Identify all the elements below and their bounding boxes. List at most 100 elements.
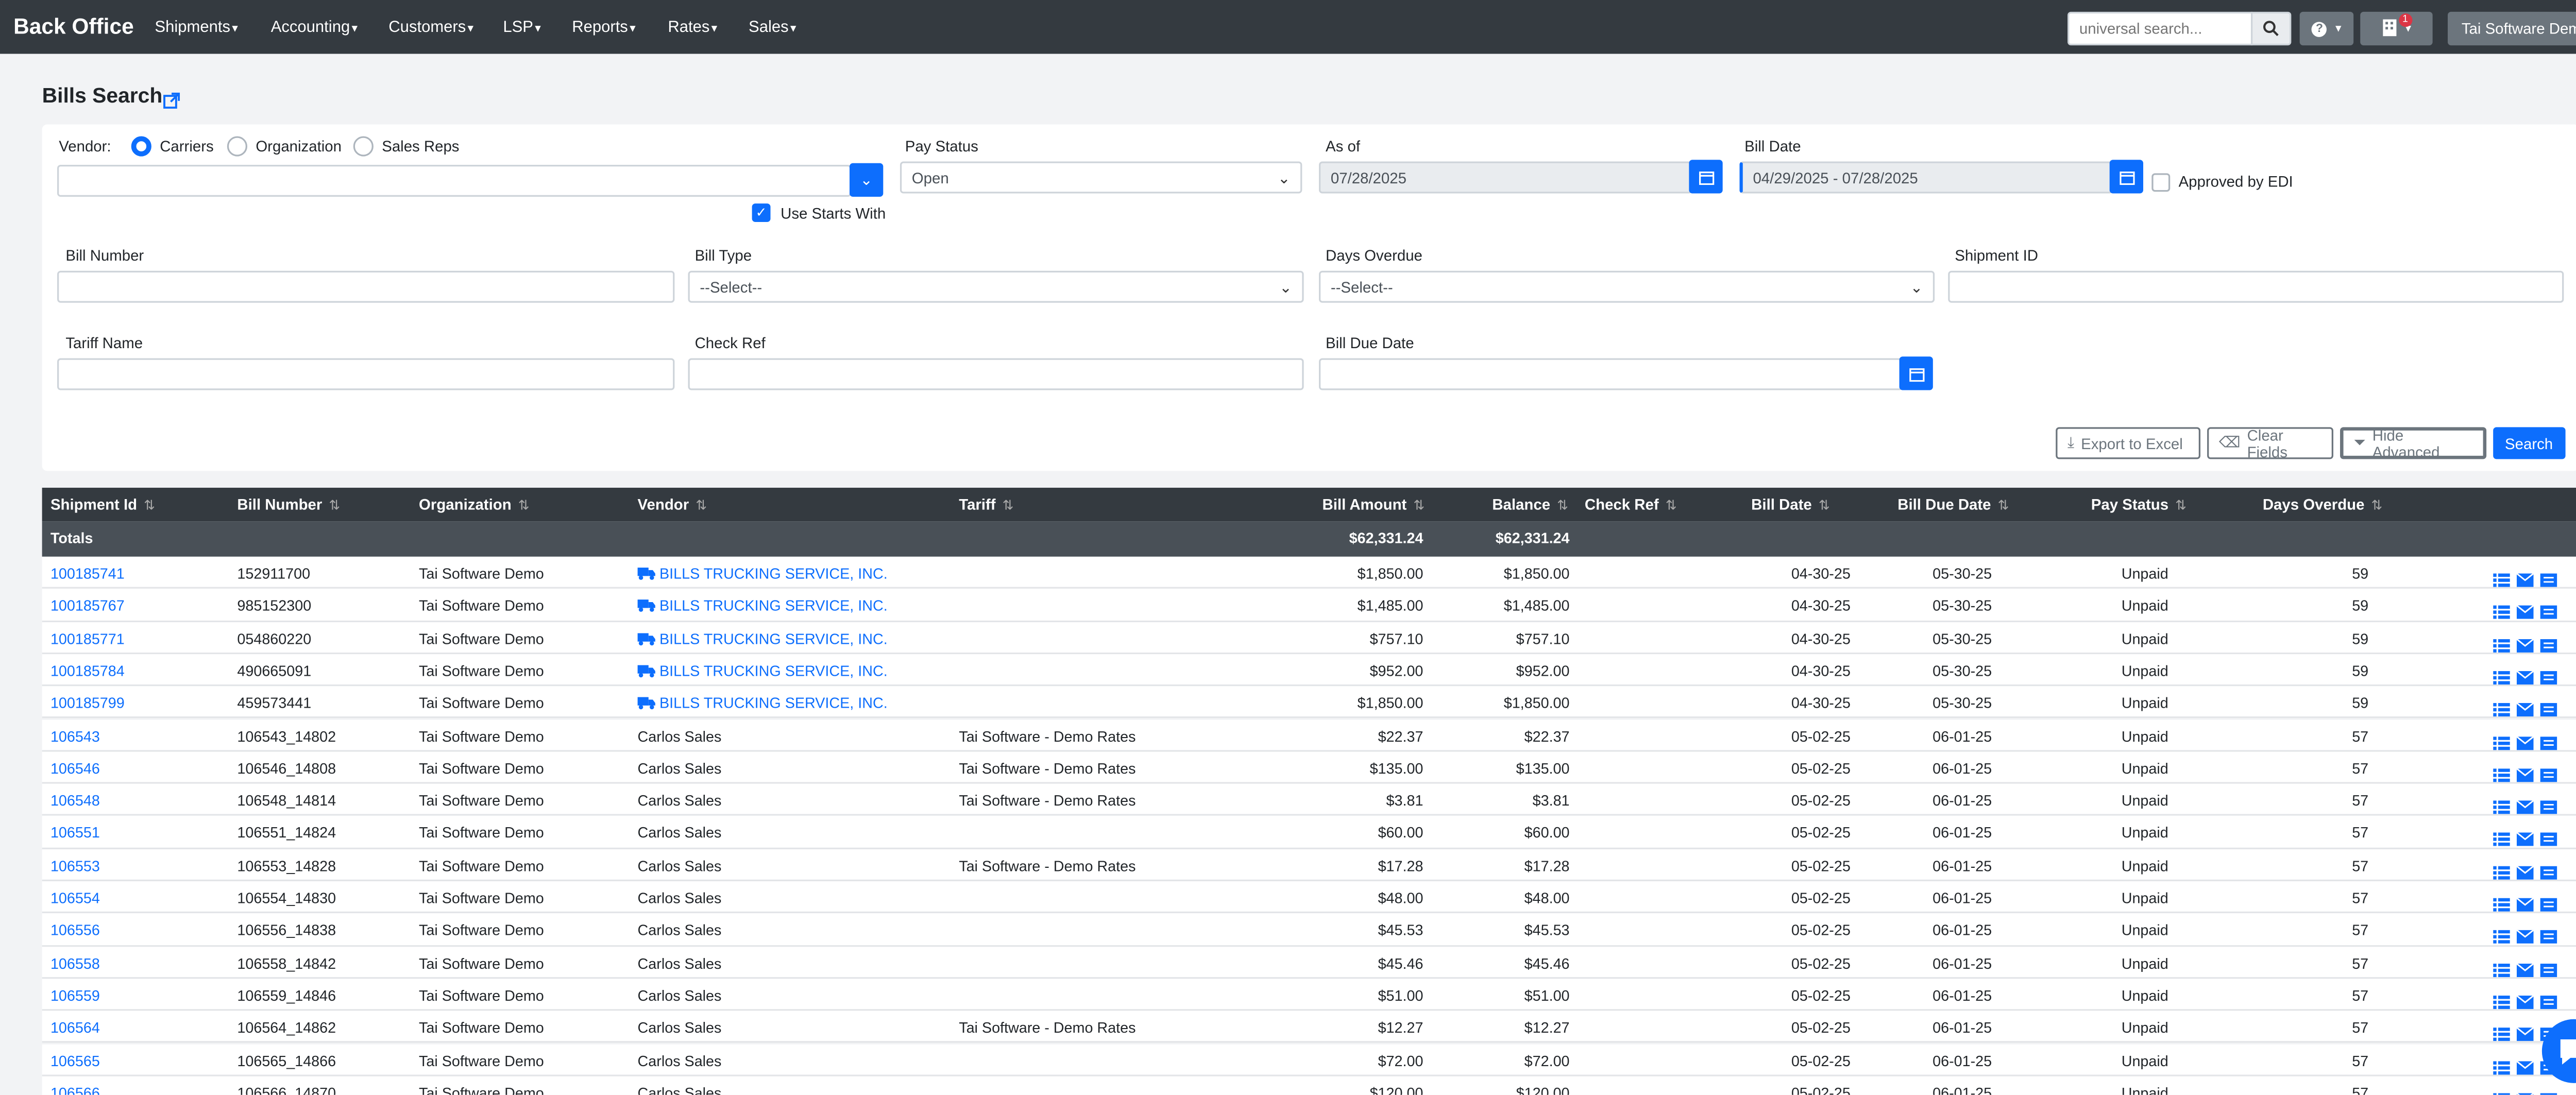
tariff-cell: Tai Software - Demo Rates xyxy=(959,857,1136,874)
search-button[interactable]: Search xyxy=(2493,427,2565,459)
as-of-input[interactable]: 07/28/2025 xyxy=(1318,161,1692,194)
pay-status-select[interactable]: Open ⌄ xyxy=(900,161,1302,194)
approved-by-edi-checkbox[interactable] xyxy=(2151,173,2171,192)
vendor-cell: Carlos Sales xyxy=(637,922,722,939)
col-check-ref[interactable]: Check Ref ⇅ xyxy=(1585,496,1677,513)
vendor-carriers-radio[interactable] xyxy=(131,136,151,157)
truck-icon xyxy=(637,567,656,584)
col-bill-due-date[interactable]: Bill Due Date ⇅ xyxy=(1897,496,2009,513)
shipment-id-input[interactable] xyxy=(1948,270,2564,303)
vendor-salesreps-radio[interactable] xyxy=(353,136,374,157)
bill-date-range-input[interactable]: 04/29/2025 - 07/28/2025 xyxy=(1739,161,2113,194)
shipment-id-link[interactable]: 100185741 xyxy=(50,565,125,582)
check-ref-input[interactable] xyxy=(688,358,1304,390)
shipment-id-link[interactable]: 100185767 xyxy=(50,597,125,614)
days-overdue-label: Days Overdue xyxy=(1326,247,1422,264)
shipment-id-link[interactable]: 106553 xyxy=(50,857,100,874)
bill-date-cell: 05-02-25 xyxy=(1791,954,1851,972)
shipment-id-link[interactable]: 106558 xyxy=(50,954,100,971)
col-vendor[interactable]: Vendor ⇅ xyxy=(638,496,707,513)
organization-cell: Tai Software Demo xyxy=(419,857,544,874)
pay-status-cell: Unpaid xyxy=(2121,662,2168,679)
shipment-id-link[interactable]: 106564 xyxy=(50,1019,100,1036)
calendar-icon xyxy=(1698,170,1714,184)
vendor-link[interactable]: BILLS TRUCKING SERVICE, INC. xyxy=(637,565,888,584)
chevron-down-icon: ⌄ xyxy=(1279,279,1292,296)
as-of-calendar-button[interactable] xyxy=(1689,160,1723,194)
shipment-id-link[interactable]: 106559 xyxy=(50,987,100,1004)
hide-advanced-button[interactable]: ⏷ Hide Advanced xyxy=(2340,426,2487,460)
shipment-id-link[interactable]: 100185799 xyxy=(50,695,125,712)
col-tariff[interactable]: Tariff ⇅ xyxy=(959,496,1013,513)
vendor-cell: Carlos Sales xyxy=(637,1019,722,1037)
shipment-id-link[interactable]: 106543 xyxy=(50,727,100,744)
vendor-organization-radio[interactable] xyxy=(227,136,247,157)
col-days-overdue[interactable]: Days Overdue ⇅ xyxy=(2263,496,2383,513)
bill-due-date-input[interactable] xyxy=(1318,358,1903,390)
bill-due-date-cell: 06-01-25 xyxy=(1933,889,1992,906)
list-icon[interactable] xyxy=(2493,1084,2510,1095)
vendor-link[interactable]: BILLS TRUCKING SERVICE, INC. xyxy=(637,695,888,713)
vendor-input[interactable] xyxy=(57,164,852,197)
chat-bubble-icon xyxy=(2560,1039,2576,1065)
shipment-id-link[interactable]: 106556 xyxy=(50,922,100,939)
shipment-id-link[interactable]: 106546 xyxy=(50,760,100,777)
tariff-name-input[interactable] xyxy=(57,358,675,390)
nav-lsp[interactable]: LSP ▾ xyxy=(503,19,540,37)
shipment-id-link[interactable]: 106554 xyxy=(50,889,100,906)
days-overdue-select[interactable]: --Select-- ⌄ xyxy=(1318,270,1935,303)
export-excel-button[interactable]: ⤓ Export to Excel xyxy=(2056,427,2201,459)
vendor-carriers-label: Carriers xyxy=(160,138,214,155)
nav-rates[interactable]: Rates ▾ xyxy=(668,19,717,37)
pay-status-cell: Unpaid xyxy=(2121,987,2168,1004)
universal-search-input[interactable] xyxy=(2067,11,2253,46)
nav-reports[interactable]: Reports ▾ xyxy=(572,19,635,37)
bill-amount-cell: $1,850.00 xyxy=(1357,695,1423,712)
bill-date-calendar-button[interactable] xyxy=(2109,160,2143,194)
shipment-id-link[interactable]: 106565 xyxy=(50,1052,100,1069)
search-icon[interactable] xyxy=(2250,11,2292,46)
col-pay-status[interactable]: Pay Status ⇅ xyxy=(2091,496,2187,513)
shipment-id-link[interactable]: 100185784 xyxy=(50,662,125,679)
bill-date-cell: 04-30-25 xyxy=(1791,695,1851,712)
table-row: 106558 106558_14842 Tai Software Demo Carlo… xyxy=(42,946,2576,979)
external-link-icon[interactable] xyxy=(163,88,180,118)
envelope-icon[interactable] xyxy=(2516,1084,2534,1095)
nav-accounting[interactable]: Accounting ▾ xyxy=(271,19,358,37)
shipment-id-link[interactable]: 106566 xyxy=(50,1084,100,1094)
bill-due-date-cell: 06-01-25 xyxy=(1933,1019,1992,1037)
col-bill-amount[interactable]: Bill Amount ⇅ xyxy=(1323,496,1425,513)
pay-status-label: Pay Status xyxy=(905,138,978,155)
vendor-link[interactable]: BILLS TRUCKING SERVICE, INC. xyxy=(637,597,888,616)
balance-cell: $51.00 xyxy=(1524,987,1570,1004)
notifications-button[interactable]: 1 ▾ xyxy=(2360,11,2433,46)
sort-icon: ⇅ xyxy=(329,498,341,513)
use-starts-with-checkbox[interactable]: ✓ xyxy=(752,203,771,223)
clear-fields-button[interactable]: ⌫ Clear Fields xyxy=(2207,426,2333,460)
col-bill-date[interactable]: Bill Date ⇅ xyxy=(1751,496,1830,513)
user-menu-button[interactable]: Tai Software Demo▾ xyxy=(2448,11,2576,46)
vendor-link[interactable]: BILLS TRUCKING SERVICE, INC. xyxy=(637,630,888,648)
document-icon[interactable] xyxy=(2540,1084,2557,1095)
col-organization[interactable]: Organization ⇅ xyxy=(419,496,530,513)
bill-number-cell: 106546_14808 xyxy=(237,760,336,777)
nav-sales[interactable]: Sales ▾ xyxy=(749,19,796,37)
col-shipment-id[interactable]: Shipment Id ⇅ xyxy=(50,496,155,513)
days-overdue-cell: 57 xyxy=(2352,922,2369,939)
help-menu-button[interactable]: ? ▾ xyxy=(2299,11,2354,46)
shipment-id-link[interactable]: 106548 xyxy=(50,792,100,809)
shipment-id-link[interactable]: 106551 xyxy=(50,825,100,842)
bill-due-date-calendar-button[interactable] xyxy=(1899,356,1933,390)
brand-logo[interactable]: Back Office xyxy=(13,13,134,39)
nav-customers[interactable]: Customers ▾ xyxy=(388,19,473,37)
bill-type-select[interactable]: --Select-- ⌄ xyxy=(688,270,1304,303)
bill-number-input[interactable] xyxy=(57,270,675,303)
vendor-dropdown-button[interactable]: ⌄ xyxy=(849,163,884,197)
vendor-link[interactable]: BILLS TRUCKING SERVICE, INC. xyxy=(637,662,888,681)
col-balance[interactable]: Balance ⇅ xyxy=(1492,496,1568,513)
col-bill-number[interactable]: Bill Number ⇅ xyxy=(237,496,340,513)
table-row: 100185784 490665091 Tai Software Demo BILLS… xyxy=(42,654,2576,687)
table-row: 100185767 985152300 Tai Software Demo BILLS… xyxy=(42,589,2576,622)
nav-shipments[interactable]: Shipments ▾ xyxy=(155,19,238,37)
shipment-id-link[interactable]: 100185771 xyxy=(50,630,125,647)
